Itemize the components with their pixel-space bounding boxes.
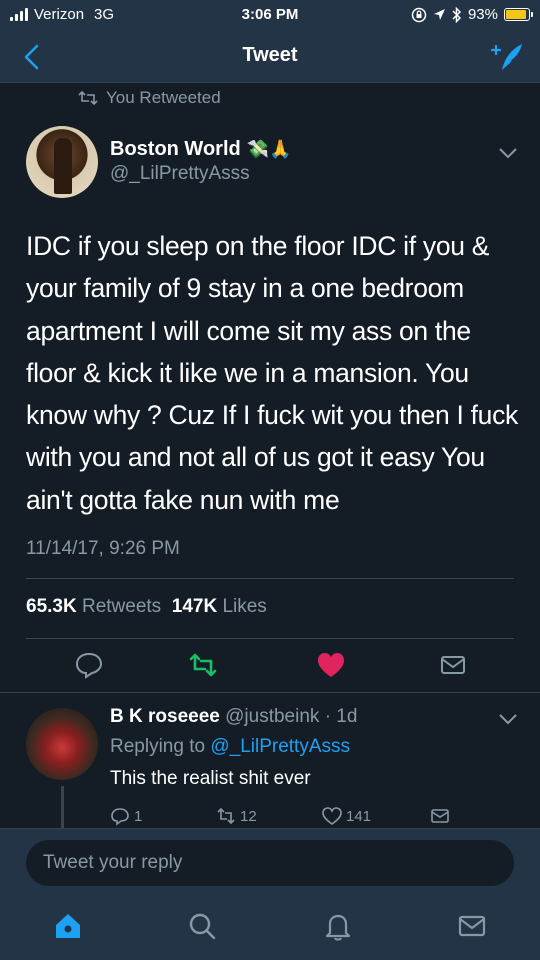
status-bar: Verizon 3G 3:06 PM 93% bbox=[0, 0, 540, 30]
reply-reply-action[interactable]: 1 bbox=[110, 806, 142, 826]
battery-percent: 93% bbox=[467, 6, 498, 23]
author-handle: @_LilPrettyAsss bbox=[110, 163, 250, 184]
divider bbox=[0, 692, 540, 693]
home-icon[interactable] bbox=[52, 910, 84, 942]
replying-to-mention[interactable]: @_LilPrettyAsss bbox=[210, 736, 350, 757]
divider bbox=[26, 578, 514, 579]
chevron-down-icon[interactable] bbox=[498, 712, 518, 726]
reply-like-count: 141 bbox=[346, 807, 372, 825]
reply-text: This the realist shit ever bbox=[110, 768, 311, 789]
reply-icon bbox=[111, 808, 129, 826]
author-name[interactable]: Boston World 💸🙏 bbox=[110, 138, 292, 161]
reply-retweet-action[interactable]: 12 bbox=[216, 806, 257, 826]
likes-count[interactable]: 147K bbox=[172, 596, 217, 617]
retweets-count[interactable]: 65.3K bbox=[26, 596, 77, 617]
location-icon bbox=[433, 8, 445, 20]
search-icon[interactable] bbox=[186, 910, 218, 942]
mail-icon bbox=[431, 809, 449, 823]
status-right: 93% bbox=[411, 6, 533, 23]
divider bbox=[26, 638, 514, 639]
heart-icon bbox=[322, 807, 342, 825]
thread-line bbox=[61, 786, 64, 828]
replying-to: Replying to @_LilPrettyAsss bbox=[110, 736, 350, 758]
messages-mail-icon[interactable] bbox=[456, 910, 488, 942]
compose-tweet-icon[interactable] bbox=[488, 38, 526, 76]
reply-author-name[interactable]: B K roseeee bbox=[110, 706, 220, 727]
tweet-text: IDC if you sleep on the floor IDC if you… bbox=[26, 231, 518, 515]
bluetooth-icon bbox=[452, 6, 462, 23]
reply-avatar[interactable] bbox=[26, 708, 98, 780]
nav-bar: Tweet bbox=[0, 30, 540, 83]
reply-author-handle: @justbeink bbox=[225, 706, 320, 727]
tweet-stats: 65.3K Retweets 147K Likes bbox=[26, 596, 267, 618]
reply-share-action[interactable] bbox=[430, 806, 450, 826]
retweet-context: You Retweeted bbox=[78, 88, 221, 108]
share-mail-icon[interactable] bbox=[438, 650, 468, 680]
reply-like-action[interactable]: 141 bbox=[322, 806, 371, 826]
reply-retweet-count: 12 bbox=[240, 807, 257, 825]
reply-age: · 1d bbox=[324, 706, 358, 727]
page-title: Tweet bbox=[242, 44, 298, 66]
like-heart-icon[interactable] bbox=[316, 650, 346, 680]
retweets-label[interactable]: Retweets bbox=[82, 596, 161, 617]
author-emoji: 💸🙏 bbox=[246, 139, 292, 160]
compose-bar bbox=[0, 828, 540, 898]
reply-reply-count: 1 bbox=[134, 807, 143, 825]
battery-icon bbox=[504, 8, 533, 21]
reply-header: B K roseeee @justbeink · 1d bbox=[110, 706, 357, 728]
retweet-icon bbox=[78, 90, 98, 106]
tweet-timestamp: 11/14/17, 9:26 PM bbox=[26, 538, 180, 559]
retweet-button-icon[interactable] bbox=[188, 650, 218, 680]
author-name-text: Boston World bbox=[110, 138, 241, 160]
tab-bar bbox=[0, 898, 540, 960]
lock-rotation-icon bbox=[411, 7, 427, 22]
author-avatar[interactable] bbox=[26, 126, 98, 198]
reply-icon[interactable] bbox=[74, 650, 104, 680]
replying-to-label: Replying to bbox=[110, 736, 206, 757]
retweet-context-label: You Retweeted bbox=[106, 88, 221, 107]
reply-input[interactable] bbox=[26, 840, 514, 886]
retweet-icon bbox=[217, 807, 235, 825]
chevron-down-icon[interactable] bbox=[498, 146, 518, 160]
likes-label[interactable]: Likes bbox=[222, 596, 266, 617]
notifications-bell-icon[interactable] bbox=[322, 910, 354, 942]
